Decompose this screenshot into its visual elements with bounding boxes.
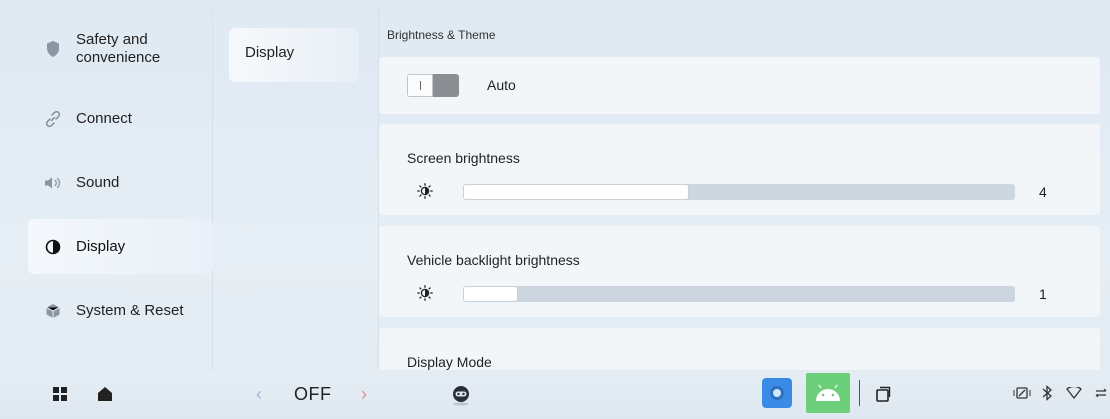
more-icon[interactable] xyxy=(1094,386,1108,400)
cube-icon xyxy=(44,302,62,320)
brightness-icon xyxy=(417,183,433,199)
screen-brightness-title: Screen brightness xyxy=(407,150,520,166)
sidebar-item-connect[interactable]: Connect xyxy=(28,98,213,140)
sidebar-item-label: Safety and convenience xyxy=(76,31,161,66)
taskbar: ‹ OFF › xyxy=(0,370,1110,419)
shield-icon xyxy=(44,40,62,58)
home-icon[interactable] xyxy=(96,385,114,403)
vehicle-backlight-title: Vehicle backlight brightness xyxy=(407,252,580,268)
network-icon xyxy=(1012,385,1032,401)
sidebar-item-safety[interactable]: Safety and convenience xyxy=(28,28,213,70)
vehicle-backlight-row: 1 xyxy=(407,284,1067,304)
recent-apps-icon[interactable] xyxy=(874,385,892,403)
slider-fill xyxy=(463,184,690,200)
section-title: Brightness & Theme xyxy=(387,28,496,42)
sidebar-item-sound[interactable]: Sound xyxy=(28,162,213,204)
screen-brightness-slider[interactable] xyxy=(463,184,1015,200)
vehicle-backlight-slider[interactable] xyxy=(463,286,1015,302)
speaker-icon xyxy=(44,174,62,192)
taskbar-divider xyxy=(859,380,860,406)
chevron-left-icon[interactable]: ‹ xyxy=(256,384,262,405)
contrast-icon xyxy=(44,238,62,256)
subnav-item-display[interactable]: Display xyxy=(229,28,359,82)
chevron-right-icon[interactable]: › xyxy=(361,384,367,405)
display-mode-title: Display Mode xyxy=(407,354,492,370)
screen-brightness-card: Screen brightness 4 xyxy=(379,124,1100,215)
vehicle-backlight-card: Vehicle backlight brightness 1 xyxy=(379,226,1100,317)
link-icon xyxy=(44,110,62,128)
apps-grid-icon[interactable] xyxy=(52,386,68,402)
settings-app-icon[interactable] xyxy=(762,378,792,408)
settings-content: Brightness & Theme Auto Screen brightnes… xyxy=(379,8,1110,370)
android-app-icon[interactable] xyxy=(806,373,850,413)
toggle-track xyxy=(433,74,459,97)
wifi-icon xyxy=(1066,386,1082,400)
sidebar-item-label: Sound xyxy=(76,174,120,191)
subnav: Display xyxy=(213,8,379,370)
assistant-robot-icon[interactable] xyxy=(448,382,474,408)
sidebar-item-label: Connect xyxy=(76,110,132,127)
climate-value: OFF xyxy=(294,384,332,404)
auto-label: Auto xyxy=(487,77,516,93)
auto-brightness-card: Auto xyxy=(379,57,1100,114)
sidebar-item-label: System & Reset xyxy=(76,302,184,319)
bluetooth-icon xyxy=(1040,385,1054,401)
auto-brightness-toggle[interactable] xyxy=(407,74,459,97)
sidebar-item-display[interactable]: Display xyxy=(28,219,213,274)
sidebar-item-label: Display xyxy=(76,237,126,255)
vehicle-backlight-value: 1 xyxy=(1039,286,1047,302)
display-mode-card[interactable]: Display Mode xyxy=(379,328,1100,370)
settings-window: Safety and convenience Connect Sound Disp… xyxy=(8,8,1110,370)
screen-brightness-value: 4 xyxy=(1039,184,1047,200)
slider-fill xyxy=(463,286,519,302)
brightness-icon xyxy=(417,285,433,301)
sidebar: Safety and convenience Connect Sound Disp… xyxy=(8,8,213,370)
toggle-knob xyxy=(407,74,433,97)
screen-brightness-row: 4 xyxy=(407,182,1067,202)
sidebar-item-system-reset[interactable]: System & Reset xyxy=(28,290,213,332)
